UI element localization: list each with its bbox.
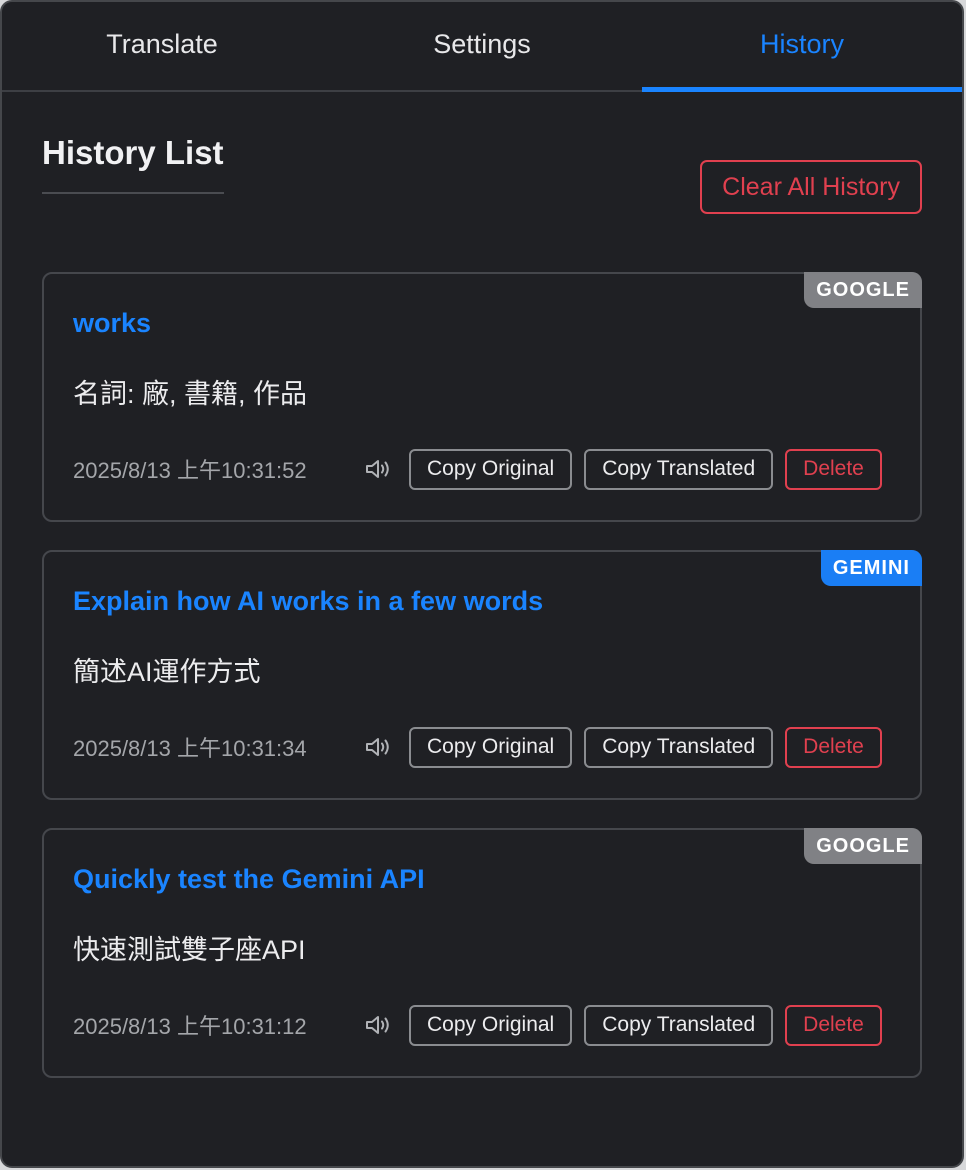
copy-original-button[interactable]: Copy Original: [409, 1004, 573, 1046]
tab-translate[interactable]: Translate: [2, 2, 322, 90]
history-card: GOOGLE works 名詞: 廠, 書籍, 作品 2025/8/13 上午1…: [42, 272, 922, 522]
clear-all-history-button[interactable]: Clear All History: [700, 160, 922, 214]
speaker-icon[interactable]: [363, 454, 393, 484]
tab-bar: Translate Settings History: [2, 2, 962, 92]
copy-original-button[interactable]: Copy Original: [409, 448, 573, 490]
translated-text: 簡述AI運作方式: [73, 657, 261, 687]
engine-badge: GOOGLE: [804, 272, 922, 308]
speaker-icon[interactable]: [363, 732, 393, 762]
original-text: Quickly test the Gemini API: [73, 864, 425, 894]
original-text: works: [73, 308, 152, 338]
history-card: GOOGLE Quickly test the Gemini API 快速測試雙…: [42, 828, 922, 1078]
history-card: GEMINI Explain how AI works in a few wor…: [42, 550, 922, 800]
timestamp: 2025/8/13 上午10:31:12: [73, 1014, 307, 1039]
copy-translated-button[interactable]: Copy Translated: [584, 726, 774, 768]
translated-text: 快速測試雙子座API: [73, 935, 306, 965]
original-text: Explain how AI works in a few words: [73, 586, 544, 616]
engine-badge: GOOGLE: [804, 828, 922, 864]
delete-button[interactable]: Delete: [785, 726, 882, 768]
copy-translated-button[interactable]: Copy Translated: [584, 1004, 774, 1046]
delete-button[interactable]: Delete: [785, 1004, 882, 1046]
translator-popup: Translate Settings History History List …: [0, 0, 964, 1168]
copy-translated-button[interactable]: Copy Translated: [584, 448, 774, 490]
history-header: History List Clear All History: [42, 92, 922, 272]
history-panel: History List Clear All History GOOGLE wo…: [2, 92, 962, 1078]
speaker-icon[interactable]: [363, 1010, 393, 1040]
card-footer: 2025/8/13 上午10:31:12 Copy Original Copy …: [73, 1004, 892, 1046]
copy-original-button[interactable]: Copy Original: [409, 726, 573, 768]
card-footer: 2025/8/13 上午10:31:52 Copy Original Copy …: [73, 448, 892, 490]
engine-badge: GEMINI: [820, 550, 922, 586]
timestamp: 2025/8/13 上午10:31:52: [73, 458, 307, 483]
page-title: History List: [42, 134, 224, 194]
delete-button[interactable]: Delete: [785, 448, 882, 490]
tab-history[interactable]: History: [642, 2, 962, 92]
translated-text: 名詞: 廠, 書籍, 作品: [73, 379, 308, 409]
card-footer: 2025/8/13 上午10:31:34 Copy Original Copy …: [73, 726, 892, 768]
timestamp: 2025/8/13 上午10:31:34: [73, 736, 307, 761]
tab-settings[interactable]: Settings: [322, 2, 642, 90]
